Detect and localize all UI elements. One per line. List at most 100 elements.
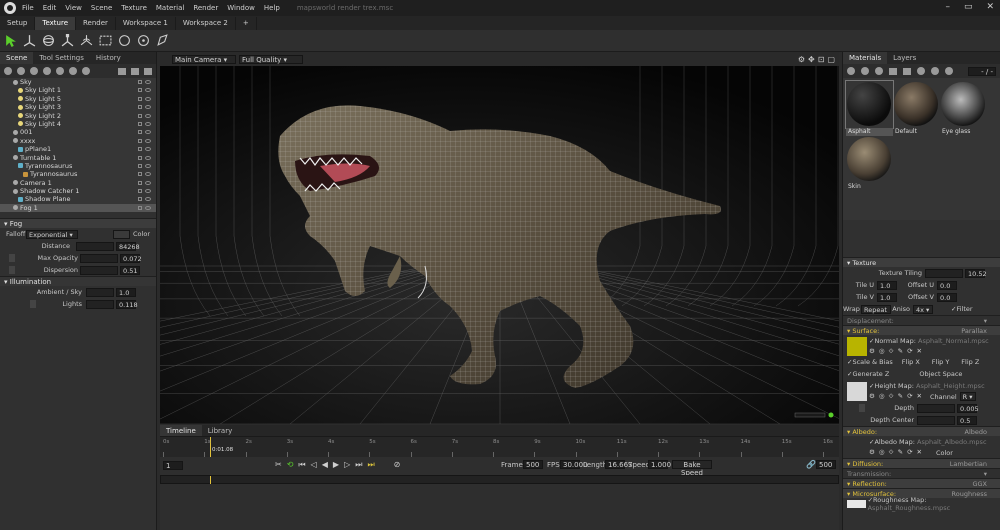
visibility-eye-icon[interactable] (145, 163, 151, 168)
clear-material-icon[interactable] (931, 67, 939, 75)
tree-item[interactable]: Tyrannosaurus (0, 170, 156, 178)
tree-item[interactable]: pPlane1 (0, 145, 156, 153)
depth-slider[interactable] (917, 403, 955, 413)
length-field[interactable]: 16.667 (605, 460, 633, 469)
depth-value[interactable]: 0.005 (957, 403, 979, 413)
folder-material-icon[interactable] (889, 67, 897, 75)
material-page-field[interactable]: - / - (968, 66, 996, 76)
lock-icon[interactable] (138, 180, 142, 185)
filter-checkbox[interactable]: ✓Filter (951, 305, 973, 313)
lock-icon[interactable] (138, 172, 142, 177)
menu-material[interactable]: Material (156, 4, 184, 12)
visibility-eye-icon[interactable] (145, 113, 151, 118)
lock-icon[interactable] (138, 88, 142, 93)
tree-item[interactable]: xxxx (0, 137, 156, 145)
link-material-icon[interactable] (875, 67, 883, 75)
tab-workspace-1[interactable]: Workspace 1 (116, 17, 176, 30)
tab-workspace-2[interactable]: Workspace 2 (176, 17, 236, 30)
3d-viewport[interactable] (160, 66, 839, 424)
paint-select-icon[interactable] (137, 34, 150, 47)
distance-slider[interactable] (76, 241, 114, 251)
tab-materials[interactable]: Materials (843, 52, 888, 64)
record-icon[interactable]: ⊘ (394, 460, 401, 470)
menu-window[interactable]: Window (227, 4, 255, 12)
tab-history[interactable]: History (90, 52, 127, 64)
add-fog-icon[interactable] (56, 67, 64, 75)
lock-icon[interactable] (138, 138, 142, 143)
lights-value[interactable]: 0.118 (116, 299, 138, 309)
menu-view[interactable]: View (65, 4, 82, 12)
tab-setup[interactable]: Setup (0, 17, 36, 30)
delete-icon[interactable] (144, 67, 152, 75)
falloff-dropdown[interactable]: Exponential ▾ (26, 229, 78, 239)
menu-file[interactable]: File (22, 4, 34, 12)
max-opacity-value[interactable]: 0.072 (120, 253, 142, 263)
reflection-header[interactable]: ▾ Reflection: GGX (843, 478, 1000, 488)
lock-icon[interactable] (138, 189, 142, 194)
normal-map-tools[interactable]: ⚙◎⟐✎⟳✕ (869, 347, 926, 356)
material-asphalt[interactable]: Asphalt (845, 80, 894, 136)
menu-texture[interactable]: Texture (121, 4, 147, 12)
move-gizmo-icon[interactable] (23, 34, 36, 47)
fog-section-header[interactable]: ▾ Fog (0, 218, 156, 228)
link-icon[interactable]: 🔗 (806, 460, 816, 469)
lock-icon[interactable] (138, 96, 142, 101)
lights-slider[interactable] (86, 299, 114, 309)
skip-end-icon[interactable]: ⏭ (367, 460, 374, 470)
visibility-eye-icon[interactable] (145, 105, 151, 110)
lock-icon[interactable] (138, 105, 142, 110)
tab-tool-settings[interactable]: Tool Settings (33, 52, 90, 64)
timeline-ruler[interactable]: 0:01.08 0s 1s 2s 3s 4s 5s 6s 7s 8s 9s 10s 11s 12s 13s… (160, 436, 839, 458)
tree-item[interactable]: Sky Light 3 (0, 103, 156, 111)
material-skin[interactable]: Skin (846, 136, 893, 190)
diffusion-header[interactable]: ▾ Diffusion: Lambertian (843, 458, 1000, 468)
material-default[interactable]: Default (893, 81, 940, 135)
bake-speed-button[interactable]: Bake Speed (672, 460, 712, 477)
aniso-dropdown[interactable]: 4x ▾ (913, 304, 933, 314)
dispersion-value[interactable]: 0.51 (120, 265, 140, 275)
lock-icon[interactable] (138, 80, 142, 84)
albedo-map-tools[interactable]: ⚙◎⟐✎⟳✕ (869, 448, 926, 457)
visibility-eye-icon[interactable] (145, 138, 151, 143)
lock-icon[interactable] (138, 147, 142, 152)
height-map-tools[interactable]: ⚙◎⟐✎⟳✕ (869, 392, 926, 401)
visibility-eye-icon[interactable] (145, 189, 151, 194)
rotate-gizmo-icon[interactable] (42, 34, 55, 47)
texture-tiling-slider[interactable] (925, 268, 963, 278)
tree-item[interactable]: Sky Light 1 (0, 86, 156, 94)
tree-item[interactable]: Sky Light 4 (0, 120, 156, 128)
play-icon[interactable]: ▶ (333, 460, 339, 470)
tab-layers[interactable]: Layers (887, 52, 922, 64)
viewport-split-icon[interactable]: ⊡ (818, 55, 825, 64)
channel-dropdown[interactable]: R ▾ (959, 392, 976, 401)
offset-v-value[interactable]: 0.0 (937, 292, 957, 302)
tile-v-value[interactable]: 1.0 (877, 292, 897, 302)
add-camera-icon[interactable] (30, 67, 38, 75)
tab-library[interactable]: Library (202, 425, 238, 436)
wrap-dropdown[interactable]: Repeat ▾ (861, 304, 891, 322)
step-back-icon[interactable]: ◀ (322, 460, 328, 470)
tree-item[interactable]: Sky (0, 78, 156, 86)
tab-timeline[interactable]: Timeline (160, 425, 202, 436)
visibility-eye-icon[interactable] (145, 130, 151, 135)
albedo-header[interactable]: ▾ Albedo: Albedo (843, 426, 1000, 436)
tree-item[interactable]: Sky Light 5 (0, 95, 156, 103)
add-shape-icon[interactable] (43, 67, 51, 75)
depth-center-value[interactable]: 0.5 (957, 415, 977, 425)
folder-icon[interactable] (118, 67, 126, 75)
material-eye-glass[interactable]: Eye glass (940, 81, 987, 135)
lock-icon[interactable] (138, 163, 142, 168)
duplicate-icon[interactable] (131, 67, 139, 75)
end-frame-field[interactable]: 500 (816, 460, 836, 469)
generate-z-checkbox[interactable]: ✓Generate Z (847, 370, 889, 378)
visibility-eye-icon[interactable] (145, 88, 151, 93)
viewport-settings-icon[interactable]: ⚙ (798, 55, 805, 64)
prev-key-icon[interactable]: ◁ (311, 460, 317, 470)
texture-tiling-value[interactable]: 10.52 (965, 268, 987, 278)
tab-scene[interactable]: Scene (0, 52, 34, 64)
illumination-section-header[interactable]: ▾ Illumination (0, 276, 156, 286)
roughness-map-thumbnail[interactable] (847, 500, 866, 508)
new-material-icon[interactable] (847, 67, 855, 75)
flip-z-checkbox[interactable]: Flip Z (961, 358, 979, 366)
tree-item[interactable]: Fog 1 (0, 203, 156, 212)
